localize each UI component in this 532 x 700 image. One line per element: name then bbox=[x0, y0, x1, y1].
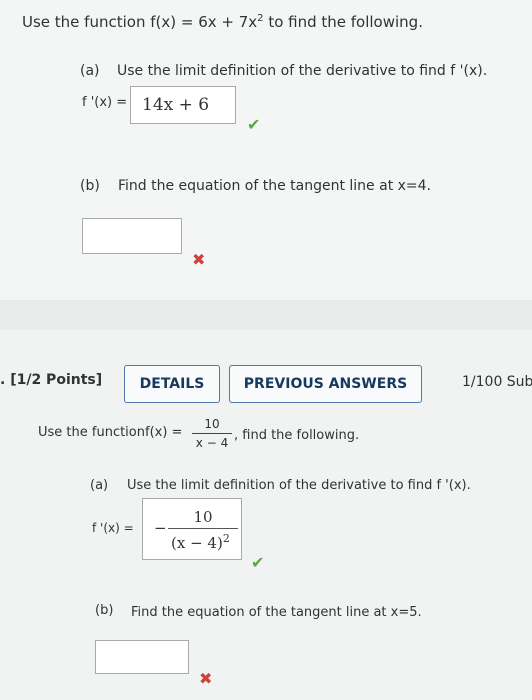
q1-part-a-answer-value: 14x + 6 bbox=[142, 95, 210, 115]
q2-part-a-answer-exponent: 2 bbox=[222, 532, 230, 545]
q1-prompt-function: f(x) = 6x + 7x bbox=[150, 13, 258, 31]
q2-part-b-instruction: Find the equation of the tangent line at… bbox=[131, 605, 422, 620]
q1-prompt: Use the function f(x) = 6x + 7x2 to find… bbox=[22, 13, 423, 31]
q1-prompt-prefix: Use the function bbox=[22, 13, 146, 31]
q1-prompt-suffix: to find the following. bbox=[268, 13, 423, 31]
checkmark-icon: ✔ bbox=[247, 115, 261, 134]
q2-part-a-answer-sign: − bbox=[154, 519, 167, 537]
q2-part-a-answer-denominator: (x − 4)2 bbox=[171, 532, 230, 552]
details-button[interactable]: DETAILS bbox=[124, 365, 220, 403]
q2-points: . [1/2 Points] bbox=[0, 372, 103, 388]
previous-answers-button[interactable]: PREVIOUS ANSWERS bbox=[229, 365, 422, 403]
q1-prompt-exponent: 2 bbox=[257, 13, 264, 24]
q2-part-a-answer-numerator: 10 bbox=[193, 508, 213, 526]
q2-part-a-answer-field[interactable]: − 10 (x − 4)2 bbox=[142, 498, 242, 560]
checkmark-icon: ✔ bbox=[251, 553, 265, 572]
q2-prompt-prefix: Use the function bbox=[38, 425, 145, 440]
q2-prompt-suffix: , find the following. bbox=[234, 428, 360, 443]
q2-fraction-bar bbox=[192, 433, 232, 434]
q2-fraction-denominator: x − 4 bbox=[195, 436, 229, 450]
q1-part-b-letter: (b) bbox=[80, 178, 100, 194]
q2-part-a-answer-bar bbox=[168, 528, 238, 529]
q2-part-b-letter: (b) bbox=[95, 603, 114, 618]
q1-part-b-answer-field[interactable] bbox=[82, 218, 182, 254]
q2-part-a-answer-den-base: (x − 4) bbox=[171, 534, 223, 552]
q1-part-b-instruction: Find the equation of the tangent line at… bbox=[118, 178, 432, 194]
q1-part-a-answer-field[interactable]: 14x + 6 bbox=[130, 86, 236, 124]
q2-part-a-letter: (a) bbox=[90, 478, 109, 493]
submission-count: 1/100 Sub bbox=[462, 374, 532, 390]
q1-part-a-answer-label: f '(x) = bbox=[82, 95, 128, 110]
q1-part-a-letter: (a) bbox=[80, 63, 100, 79]
q2-part-b-answer-field[interactable] bbox=[95, 640, 189, 674]
cross-icon: ✖ bbox=[199, 669, 213, 688]
q2-part-a-answer-label: f '(x) = bbox=[92, 521, 134, 535]
q2-fraction-numerator: 10 bbox=[204, 417, 220, 431]
q2-prompt-lhs: f(x) = bbox=[145, 425, 183, 440]
q1-part-a-instruction: Use the limit definition of the derivati… bbox=[117, 63, 488, 79]
question-1-card: Use the function f(x) = 6x + 7x2 to find… bbox=[0, 0, 532, 300]
cross-icon: ✖ bbox=[192, 250, 206, 269]
question-2-card: . [1/2 Points] DETAILS PREVIOUS ANSWERS … bbox=[0, 330, 532, 700]
q2-part-a-instruction: Use the limit definition of the derivati… bbox=[127, 478, 471, 493]
